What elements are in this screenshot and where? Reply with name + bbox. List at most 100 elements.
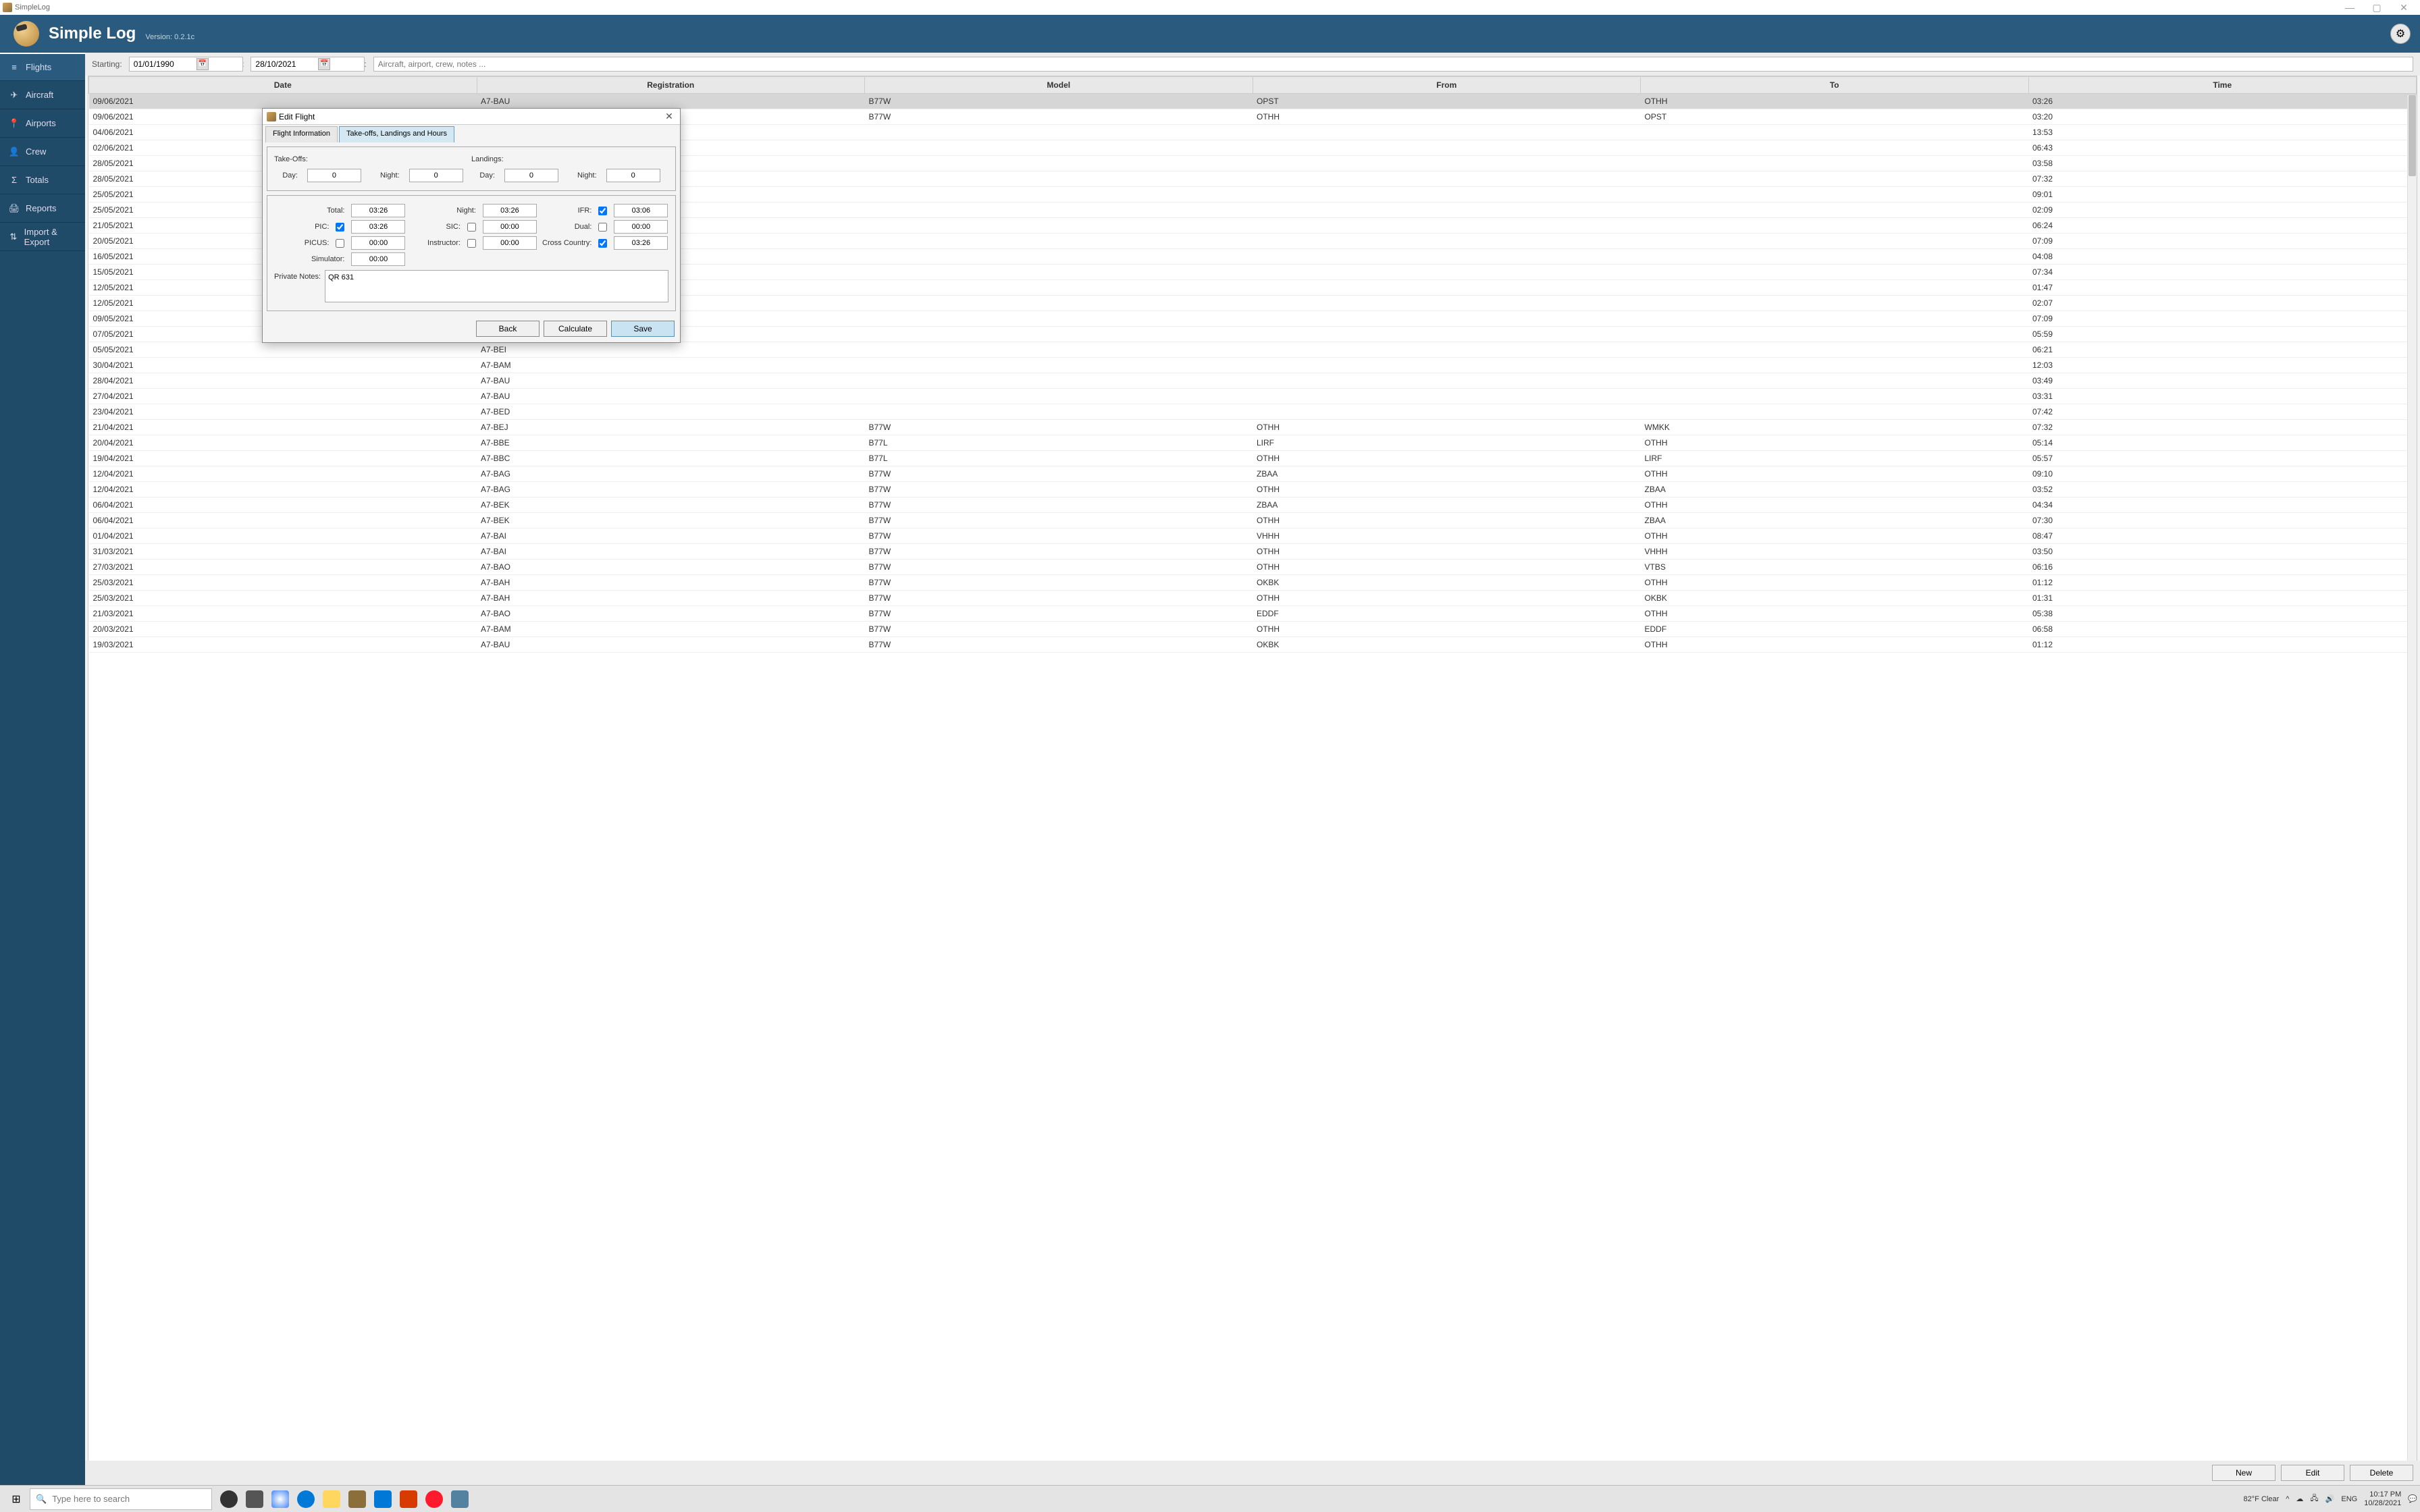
chevron-up-icon[interactable]: ^ [2286, 1495, 2289, 1503]
table-row[interactable]: 09/06/2021A7-BAUB77WOPSTOTHH03:26 [89, 94, 2417, 109]
minimize-button[interactable]: — [2336, 0, 2363, 15]
delete-button[interactable]: Delete [2350, 1465, 2413, 1481]
cross-country-input[interactable] [614, 236, 668, 250]
table-row[interactable]: 21/04/2021A7-BEJB77WOTHHWMKK07:32 [89, 420, 2417, 435]
close-button[interactable]: ✕ [2390, 0, 2417, 15]
table-row[interactable]: 06/04/2021A7-BEKB77WZBAAOTHH04:34 [89, 497, 2417, 513]
mail-icon[interactable] [374, 1490, 392, 1508]
picus-input[interactable] [351, 236, 405, 250]
pic-checkbox[interactable] [336, 223, 344, 232]
starting-input[interactable] [129, 57, 243, 72]
notifications-icon[interactable]: 💬 [2408, 1494, 2417, 1503]
sidebar-item-import-export[interactable]: ⇅Import & Export [0, 223, 85, 251]
table-row[interactable]: 27/04/2021A7-BAU03:31 [89, 389, 2417, 404]
explorer-icon[interactable] [323, 1490, 340, 1508]
maximize-button[interactable]: ▢ [2363, 0, 2390, 15]
taskbar-search[interactable]: 🔍 Type here to search [30, 1488, 212, 1510]
ld-night-input[interactable] [606, 169, 660, 182]
chrome-icon[interactable] [271, 1490, 289, 1508]
sidebar-item-flights[interactable]: ≡Flights [0, 53, 85, 81]
new-button[interactable]: New [2212, 1465, 2276, 1481]
night-input[interactable] [483, 204, 537, 217]
sidebar-item-totals[interactable]: ΣTotals [0, 166, 85, 194]
edge-icon[interactable] [297, 1490, 315, 1508]
java-icon[interactable] [451, 1490, 469, 1508]
instructor-input[interactable] [483, 236, 537, 250]
sidebar-item-aircraft[interactable]: ✈Aircraft [0, 81, 85, 109]
weather-widget[interactable]: 82°F Clear [2244, 1495, 2280, 1503]
table-cell [1641, 234, 2029, 249]
table-row[interactable]: 12/04/2021A7-BAGB77WZBAAOTHH09:10 [89, 466, 2417, 482]
start-button[interactable]: ⊞ [3, 1488, 30, 1510]
calendar-icon[interactable]: 📅 [196, 58, 209, 70]
ifr-input[interactable] [614, 204, 668, 217]
network-icon[interactable]: 🖧 [2310, 1492, 2318, 1505]
picus-checkbox[interactable] [336, 239, 344, 248]
settings-button[interactable]: ⚙ [2390, 24, 2411, 44]
tab-takeoffs-landings-hours[interactable]: Take-offs, Landings and Hours [339, 126, 454, 142]
table-cell: LIRF [1641, 451, 2029, 466]
table-cell [865, 218, 1253, 234]
table-row[interactable]: 30/04/2021A7-BAM12:03 [89, 358, 2417, 373]
table-row[interactable]: 23/04/2021A7-BED07:42 [89, 404, 2417, 420]
pic-input[interactable] [351, 220, 405, 234]
sidebar-item-reports[interactable]: 🖨Reports [0, 194, 85, 223]
private-notes-input[interactable] [325, 270, 668, 302]
sic-checkbox[interactable] [467, 223, 476, 232]
onedrive-icon[interactable]: ☁ [2296, 1494, 2303, 1503]
save-button[interactable]: Save [611, 321, 675, 337]
dialog-close-button[interactable]: ✕ [662, 111, 676, 122]
table-row[interactable]: 06/04/2021A7-BEKB77WOTHHZBAA07:30 [89, 513, 2417, 529]
table-row[interactable]: 21/03/2021A7-BAOB77WEDDFOTHH05:38 [89, 606, 2417, 622]
table-row[interactable]: 19/03/2021A7-BAUB77WOKBKOTHH01:12 [89, 637, 2417, 653]
cortana-icon[interactable] [220, 1490, 238, 1508]
taskview-icon[interactable] [246, 1490, 263, 1508]
ifr-checkbox[interactable] [598, 207, 607, 215]
table-row[interactable]: 05/05/2021A7-BEI06:21 [89, 342, 2417, 358]
col-model[interactable]: Model [865, 77, 1253, 94]
instructor-checkbox[interactable] [467, 239, 476, 248]
office-icon[interactable] [400, 1490, 417, 1508]
calculate-button[interactable]: Calculate [544, 321, 607, 337]
col-to[interactable]: To [1641, 77, 2029, 94]
table-row[interactable]: 31/03/2021A7-BAIB77WOTHHVHHH03:50 [89, 544, 2417, 560]
ending-input[interactable] [251, 57, 365, 72]
to-night-input[interactable] [409, 169, 463, 182]
table-row[interactable]: 20/04/2021A7-BBEB77LLIRFOTHH05:14 [89, 435, 2417, 451]
sidebar-item-crew[interactable]: 👤Crew [0, 138, 85, 166]
clock[interactable]: 10:17 PM 10/28/2021 [2364, 1490, 2401, 1507]
col-date[interactable]: Date [89, 77, 477, 94]
dual-input[interactable] [614, 220, 668, 234]
col-registration[interactable]: Registration [477, 77, 865, 94]
table-row[interactable]: 28/04/2021A7-BAU03:49 [89, 373, 2417, 389]
col-time[interactable]: Time [2028, 77, 2417, 94]
volume-icon[interactable]: 🔊 [2325, 1494, 2335, 1503]
scrollbar-thumb[interactable] [2409, 95, 2416, 176]
table-row[interactable]: 20/03/2021A7-BAMB77WOTHHEDDF06:58 [89, 622, 2417, 637]
total-input[interactable] [351, 204, 405, 217]
language-icon[interactable]: ENG [2341, 1495, 2357, 1503]
table-row[interactable]: 25/03/2021A7-BAHB77WOKBKOTHH01:12 [89, 575, 2417, 591]
table-row[interactable]: 25/03/2021A7-BAHB77WOTHHOKBK01:31 [89, 591, 2417, 606]
search-input[interactable] [373, 57, 2413, 72]
back-button[interactable]: Back [476, 321, 540, 337]
opera-icon[interactable] [425, 1490, 443, 1508]
cross-country-checkbox[interactable] [598, 239, 607, 248]
table-row[interactable]: 19/04/2021A7-BBCB77LOTHHLIRF05:57 [89, 451, 2417, 466]
table-cell [865, 358, 1253, 373]
sic-input[interactable] [483, 220, 537, 234]
store-icon[interactable] [348, 1490, 366, 1508]
edit-button[interactable]: Edit [2281, 1465, 2344, 1481]
table-row[interactable]: 27/03/2021A7-BAOB77WOTHHVTBS06:16 [89, 560, 2417, 575]
calendar-icon[interactable]: 📅 [318, 58, 330, 70]
sidebar-item-airports[interactable]: 📍Airports [0, 109, 85, 138]
table-row[interactable]: 12/04/2021A7-BAGB77WOTHHZBAA03:52 [89, 482, 2417, 497]
col-from[interactable]: From [1253, 77, 1641, 94]
to-day-input[interactable] [307, 169, 361, 182]
ld-day-input[interactable] [504, 169, 558, 182]
dual-checkbox[interactable] [598, 223, 607, 232]
simulator-input[interactable] [351, 252, 405, 266]
tab-flight-information[interactable]: Flight Information [265, 126, 338, 142]
table-row[interactable]: 01/04/2021A7-BAIB77WVHHHOTHH08:47 [89, 529, 2417, 544]
scrollbar[interactable] [2407, 95, 2417, 1484]
